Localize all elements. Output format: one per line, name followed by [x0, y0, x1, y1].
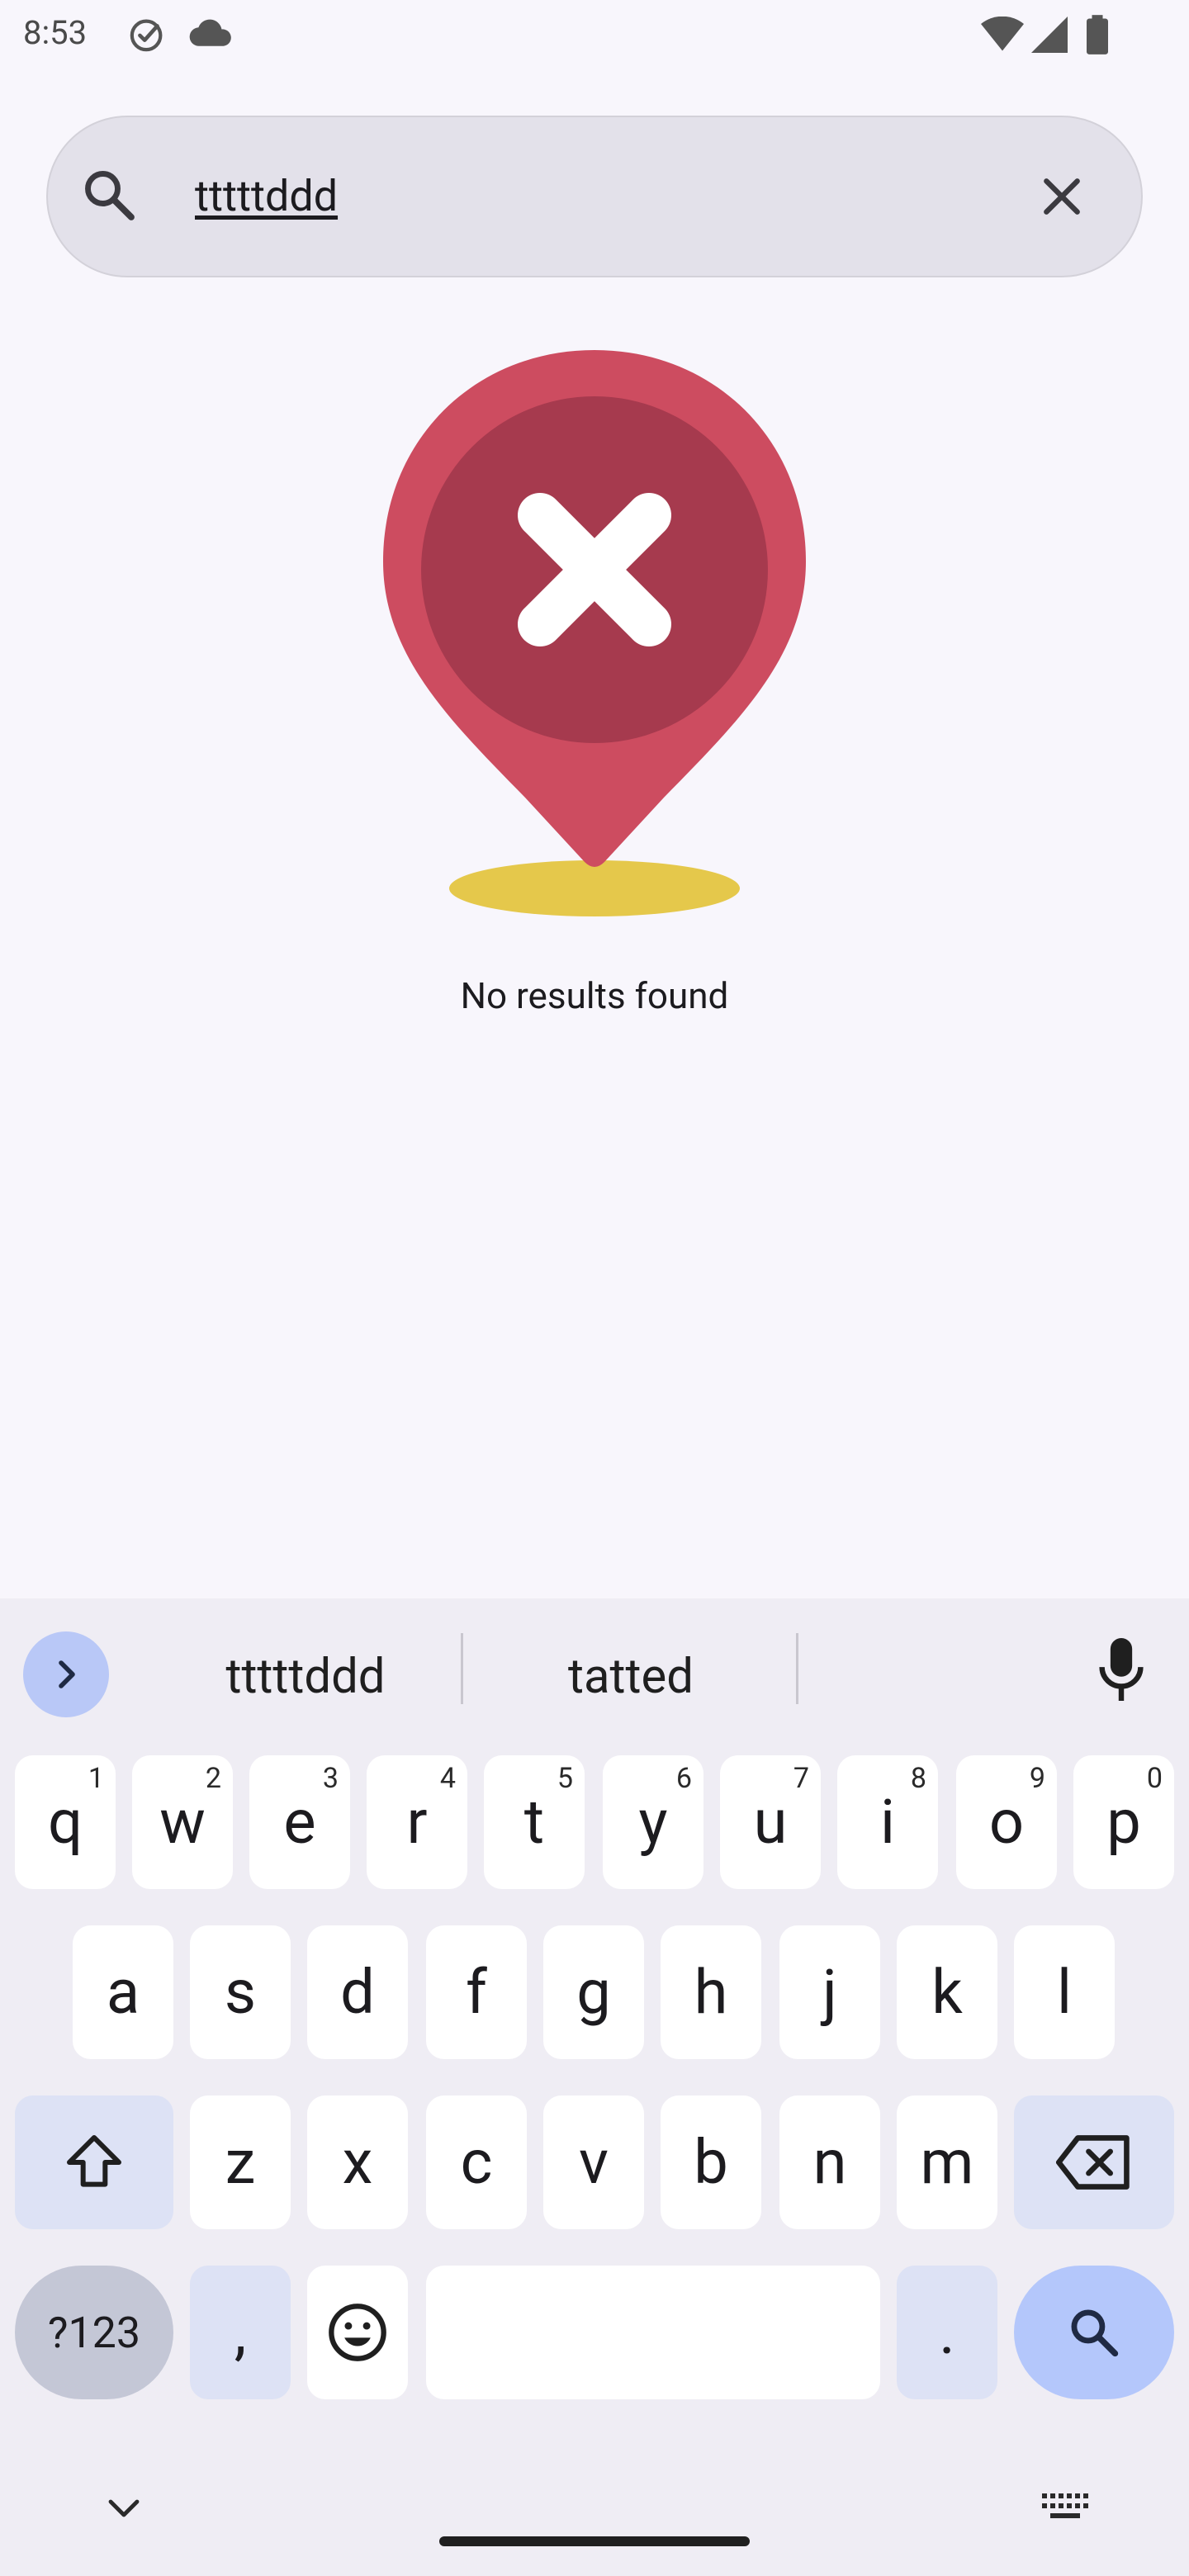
key-g[interactable]: g	[543, 1925, 644, 2059]
close-icon[interactable]	[1035, 170, 1088, 223]
key-x[interactable]: x	[307, 2095, 408, 2229]
search-input[interactable]: tttttddd	[195, 162, 938, 231]
key-t[interactable]: t5	[484, 1755, 585, 1889]
search-action-key[interactable]	[1014, 2266, 1174, 2399]
space-key[interactable]	[426, 2266, 880, 2399]
key-u[interactable]: u7	[720, 1755, 821, 1889]
map-pin-error-icon	[383, 350, 806, 916]
key-e[interactable]: e3	[249, 1755, 350, 1889]
wifi-icon	[981, 17, 1024, 51]
chevron-right-icon	[59, 1660, 75, 1688]
symbols-key[interactable]: ?123	[15, 2266, 173, 2399]
key-h[interactable]: h	[661, 1925, 761, 2059]
key-o[interactable]: o9	[956, 1755, 1057, 1889]
key-w[interactable]: w2	[132, 1755, 233, 1889]
backspace-icon	[1056, 2135, 1130, 2190]
comma-key[interactable]: ,	[190, 2266, 291, 2399]
suggestion-1[interactable]: tttttddd	[149, 1640, 462, 1714]
chevron-down-icon[interactable]	[104, 2493, 144, 2523]
key-q[interactable]: q1	[15, 1755, 116, 1889]
keyboard	[0, 1598, 1189, 2576]
key-l[interactable]: l	[1014, 1925, 1115, 2059]
pin-shadow	[449, 860, 740, 916]
key-v[interactable]: v	[543, 2095, 644, 2229]
suggestion-divider	[461, 1633, 463, 1704]
battery-icon	[1087, 15, 1108, 54]
search-icon[interactable]	[79, 165, 139, 225]
key-c[interactable]: c	[426, 2095, 527, 2229]
key-j[interactable]: j	[779, 1925, 880, 2059]
key-y[interactable]: y6	[603, 1755, 703, 1889]
key-d[interactable]: d	[307, 1925, 408, 2059]
key-r[interactable]: r4	[367, 1755, 467, 1889]
no-results-message: No results found	[460, 974, 729, 1017]
backspace-key[interactable]	[1014, 2095, 1174, 2229]
key-f[interactable]: f	[426, 1925, 527, 2059]
period-key[interactable]: .	[897, 2266, 997, 2399]
key-m[interactable]: m	[897, 2095, 997, 2229]
microphone-icon[interactable]	[1097, 1638, 1146, 1701]
cell-signal-icon	[1031, 17, 1068, 53]
status-time: 8:53	[23, 13, 88, 52]
key-k[interactable]: k	[897, 1925, 997, 2059]
key-i[interactable]: i8	[837, 1755, 938, 1889]
emoji-key[interactable]	[307, 2266, 408, 2399]
key-b[interactable]: b	[661, 2095, 761, 2229]
key-p[interactable]: p0	[1073, 1755, 1174, 1889]
emoji-icon	[329, 2304, 386, 2361]
search-icon	[1071, 2309, 1119, 2357]
suggestion-2[interactable]: tatted	[466, 1640, 796, 1714]
cloud-icon	[189, 19, 231, 46]
key-z[interactable]: z	[190, 2095, 291, 2229]
suggestion-divider	[796, 1633, 798, 1704]
key-a[interactable]: a	[73, 1925, 173, 2059]
key-n[interactable]: n	[779, 2095, 880, 2229]
shift-icon	[67, 2135, 121, 2187]
keyboard-switch-icon[interactable]	[1042, 2490, 1088, 2523]
check-circle-icon	[130, 19, 163, 52]
shift-key[interactable]	[15, 2095, 173, 2229]
home-indicator[interactable]	[439, 2536, 750, 2546]
key-s[interactable]: s	[190, 1925, 291, 2059]
keyboard-expand-button[interactable]	[23, 1631, 109, 1717]
